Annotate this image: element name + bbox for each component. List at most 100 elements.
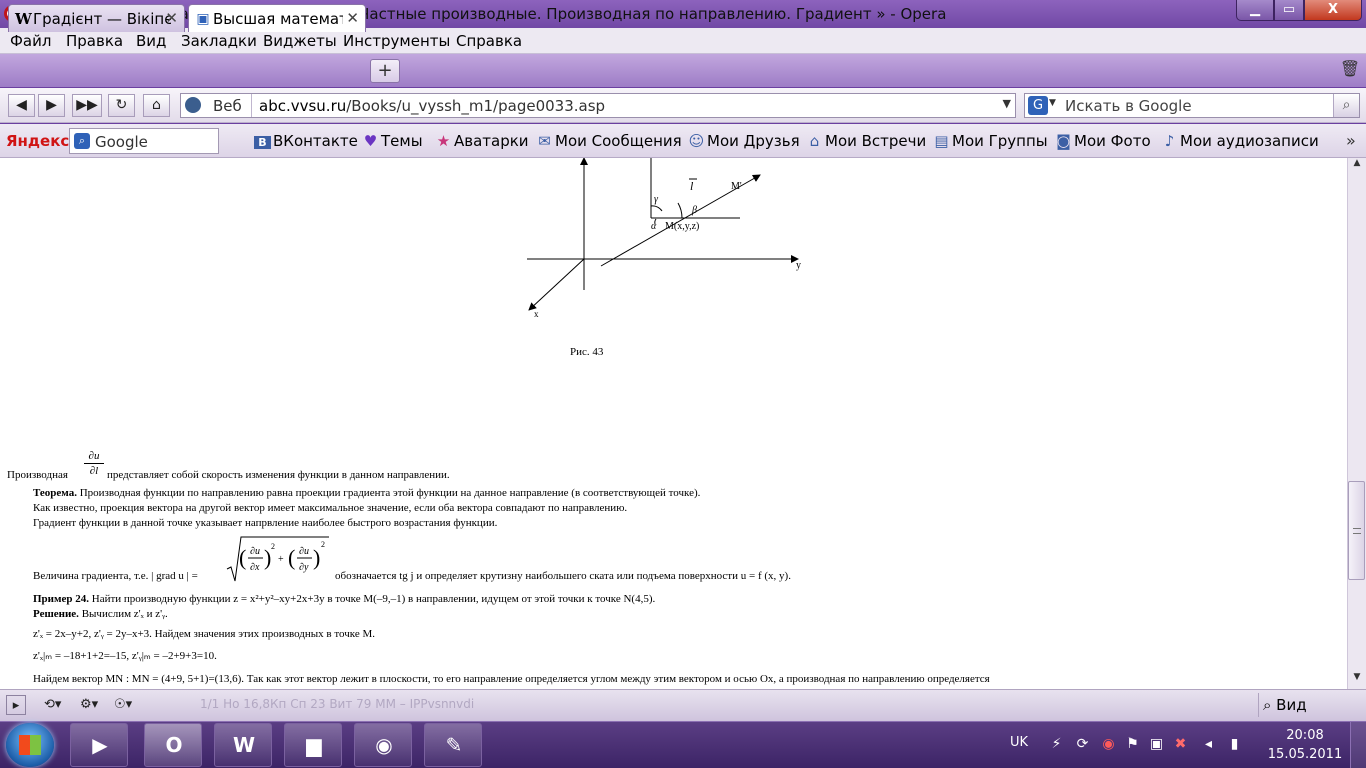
language-indicator[interactable]: UK: [1010, 735, 1028, 750]
search-box[interactable]: G ▼ Искать в Google ⌕: [1024, 93, 1360, 118]
menu-help[interactable]: Справка: [456, 32, 522, 50]
bookmark-themes[interactable]: ♥ Темы: [362, 132, 423, 150]
tab-vyssh-matem[interactable]: ▣ Высшая математ... ✕: [188, 4, 366, 32]
yandex-logo[interactable]: Яндекс: [6, 132, 69, 150]
beta-label: β: [691, 205, 697, 216]
tray-power-icon[interactable]: ▮: [1226, 736, 1243, 753]
reload-button[interactable]: ↻: [108, 94, 135, 117]
tray-antivirus-icon[interactable]: ◉: [1100, 736, 1117, 753]
menu-view[interactable]: Вид: [136, 32, 166, 50]
home-button[interactable]: ⌂: [143, 94, 170, 117]
close-button[interactable]: X: [1304, 0, 1362, 21]
tab-close-icon[interactable]: ✕: [165, 9, 178, 27]
taskbar-word[interactable]: W: [214, 723, 272, 767]
menu-widgets[interactable]: Виджеты: [263, 32, 337, 50]
taskbar-media-player[interactable]: ▶: [70, 723, 128, 767]
tray-flag-icon[interactable]: ⚑: [1124, 736, 1141, 753]
formula-num-1: ∂u: [250, 546, 260, 557]
bookmark-photos[interactable]: ◙ Мои Фото: [1055, 132, 1150, 150]
formula-num-2: ∂u: [299, 546, 309, 557]
show-desktop-button[interactable]: [1350, 722, 1366, 768]
plus-sign: +: [278, 554, 284, 565]
search-icon[interactable]: ⌕: [1333, 94, 1359, 117]
bookmark-groups[interactable]: ▤ Мои Группы: [933, 132, 1048, 150]
scroll-down-icon[interactable]: ▼: [1348, 672, 1366, 689]
unite-icon: ⚙▾: [80, 697, 99, 712]
bookmark-meetings[interactable]: ⌂ Мои Встречи: [806, 132, 927, 150]
fast-forward-button[interactable]: ▶▶: [72, 94, 102, 117]
back-arrow-icon: ◀: [16, 97, 27, 113]
paragraph-values-at-m: z'ₓ|ₘ = –18+1+2=–15, z'ᵧ|ₘ = –2+9+3=10.: [33, 650, 217, 662]
minimize-button[interactable]: ▁: [1236, 0, 1274, 21]
tray-device-icon[interactable]: ▣: [1148, 736, 1165, 753]
panel-toggle-button[interactable]: ▸: [6, 695, 26, 715]
start-button[interactable]: [6, 723, 54, 767]
tray-volume-icon[interactable]: ◂: [1200, 736, 1217, 753]
point-m-label: M(x,y,z): [665, 221, 699, 232]
bookmark-label: Темы: [381, 132, 423, 150]
menu-bookmarks[interactable]: Закладки: [181, 32, 257, 50]
panel-icon: ▸: [12, 698, 20, 713]
bookmark-label: Мои Группы: [952, 132, 1048, 150]
search-input[interactable]: Искать в Google: [1065, 97, 1192, 115]
widgets-button[interactable]: ☉▾: [114, 695, 132, 715]
new-tab-button[interactable]: +: [370, 59, 400, 83]
paragraph-gradient-value-post: обозначается tg j и определяет крутизну …: [335, 570, 791, 582]
bookmark-avatars[interactable]: ★ Аватарки: [435, 132, 529, 150]
menu-file[interactable]: Файл: [10, 32, 51, 50]
chevron-down-icon[interactable]: ▼: [1003, 97, 1011, 110]
bookmark-friends[interactable]: ☺ Мои Друзья: [688, 132, 800, 150]
figure-43: γ β α M(x,y,z) M' l y x: [527, 158, 801, 319]
address-bar[interactable]: Веб abc.vvsu.ru/Books/u_vyssh_m1/page003…: [180, 93, 1016, 118]
maximize-button[interactable]: ▭: [1274, 0, 1304, 21]
tab-close-icon[interactable]: ✕: [346, 9, 359, 27]
bookmark-vkontakte[interactable]: B ВКонтакте: [254, 132, 358, 150]
taskbar-chrome[interactable]: ◉: [354, 723, 412, 767]
maximize-icon: ▭: [1282, 2, 1296, 17]
globe-icon: [185, 97, 201, 113]
system-clock[interactable]: 20:08 15.05.2011: [1264, 726, 1346, 764]
fraction-denominator: ∂l: [89, 465, 99, 477]
search-engine-icon[interactable]: G: [1028, 96, 1048, 115]
zoom-control[interactable]: ⌕ Вид (100%): [1258, 693, 1364, 738]
y-axis-label: y: [796, 260, 801, 271]
tray-alert-icon[interactable]: ✖: [1172, 736, 1189, 753]
back-button[interactable]: ◀: [8, 94, 35, 117]
paragraph-vector-mn: Найдем вектор MN : MN = (4+9, 5+1)=(13,6…: [33, 673, 990, 685]
taskbar-explorer[interactable]: ▆: [284, 723, 342, 767]
folder-icon: ▆: [306, 733, 322, 757]
tray-network-icon[interactable]: ⚡: [1048, 736, 1065, 753]
google-search-box[interactable]: ⌕ Google: [69, 128, 219, 154]
example-text: Найти производную функции z = x²+y²–xy+2…: [89, 593, 656, 605]
bookmark-audio[interactable]: ♪ Мои аудиозаписи: [1161, 132, 1319, 150]
chevron-down-icon[interactable]: ▼: [1049, 98, 1056, 108]
x-axis-label: x: [534, 309, 539, 319]
vertical-scrollbar[interactable]: [1347, 158, 1366, 689]
tab-wikipedia[interactable]: W Градієнт — Вікіпе... ✕: [8, 4, 185, 32]
url-text[interactable]: abc.vvsu.ru/Books/u_vyssh_m1/page0033.as…: [259, 97, 605, 115]
unite-button[interactable]: ⚙▾: [80, 695, 98, 715]
scrollbar-thumb[interactable]: [1348, 481, 1365, 580]
gamma-label: γ: [654, 194, 659, 205]
bookmark-messages[interactable]: ✉ Мои Сообщения: [536, 132, 682, 150]
bookmark-label: ВКонтакте: [273, 132, 358, 150]
exponent-1: 2: [271, 542, 275, 551]
menu-edit[interactable]: Правка: [66, 32, 123, 50]
bookmark-label: Мои Сообщения: [555, 132, 682, 150]
tray-sync-icon[interactable]: ⟳: [1074, 736, 1091, 753]
paragraph-theorem: Теорема. Производная функции по направле…: [33, 487, 700, 499]
paragraph-derivatives: z'ₓ = 2x–y+2, z'ᵧ = 2y–x+3. Найдем значе…: [33, 628, 376, 640]
example-label: Пример 24.: [33, 593, 90, 605]
more-bookmarks-icon[interactable]: »: [1346, 131, 1356, 150]
trash-icon[interactable]: 🗑: [1339, 59, 1361, 83]
turbo-button[interactable]: ⟲▾: [44, 695, 61, 715]
taskbar-paint[interactable]: ✎: [424, 723, 482, 767]
taskbar-opera[interactable]: O: [144, 723, 202, 767]
formula-den-1: ∂x: [250, 562, 260, 573]
reload-icon: ↻: [115, 97, 128, 113]
tab-label: Высшая математ...: [213, 10, 343, 28]
groups-icon: ▤: [934, 132, 949, 150]
scroll-up-icon[interactable]: ▲: [1348, 158, 1366, 175]
forward-button[interactable]: ▶: [38, 94, 65, 117]
menu-tools[interactable]: Инструменты: [343, 32, 450, 50]
